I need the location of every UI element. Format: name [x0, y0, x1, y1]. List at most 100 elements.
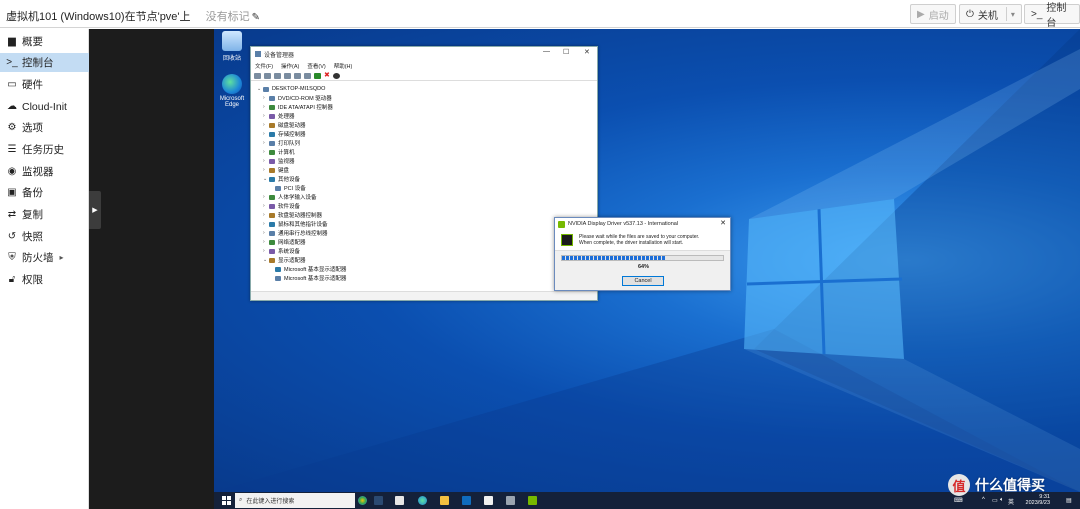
ime-indicator[interactable]: 英 — [1008, 497, 1014, 506]
watermark-text: 什么值得买 — [975, 477, 1045, 493]
tree-category[interactable]: › 监视器 — [263, 157, 295, 165]
device-icon — [269, 176, 275, 182]
cancel-button[interactable]: Cancel — [622, 276, 664, 286]
close-icon[interactable]: ✕ — [720, 219, 726, 227]
mail-icon[interactable] — [484, 496, 493, 505]
sidebar-item-snapshot[interactable]: ↺ 快照 — [0, 227, 89, 246]
sidebar-item-replication[interactable]: ⇄ 复制 — [0, 205, 89, 224]
taskbar-search[interactable]: ⌕ 在此键入进行搜索 — [235, 493, 355, 508]
tree-category[interactable]: › 人体学输入设备 — [263, 193, 317, 201]
minimize-icon[interactable]: — — [543, 48, 550, 55]
sidebar-item-hardware[interactable]: ▭ 硬件 — [0, 75, 89, 94]
tree-category[interactable]: › IDE ATA/ATAPI 控制器 — [263, 103, 333, 111]
tree-category[interactable]: › 计算机 — [263, 148, 295, 156]
tag-label[interactable]: 没有标记 — [206, 11, 250, 23]
tree-category[interactable]: › 软件设备 — [263, 202, 300, 210]
gear-icon: ⚙ — [7, 122, 17, 133]
sidebar-item-cloudinit[interactable]: ☁ Cloud-Init — [0, 97, 89, 116]
sidebar-item-backup[interactable]: ▣ 备份 — [0, 183, 89, 202]
dialog-titlebar[interactable]: NVIDIA Display Driver v537.13 - Internat… — [555, 218, 730, 230]
start-button[interactable]: ▶ 启动 — [910, 4, 956, 24]
back-icon[interactable] — [254, 72, 261, 79]
shutdown-button[interactable]: ⏻ 关机 ▾ — [959, 4, 1022, 24]
forward-icon[interactable] — [264, 72, 271, 79]
device-manager-window[interactable]: 设备管理器 — ☐ ✕ 文件(F) 操作(A) 查看(V) 帮助(H) ✖ ⌄ … — [250, 46, 598, 301]
menu-view[interactable]: 查看(V) — [307, 62, 325, 70]
sidebar-item-label: Cloud-Init — [22, 100, 67, 113]
tree-category[interactable]: › 通用串行总线控制器 — [263, 229, 328, 237]
maximize-icon[interactable]: ☐ — [563, 48, 569, 56]
windows-start-icon[interactable] — [222, 496, 231, 505]
device-icon — [269, 194, 275, 200]
tree-child-item[interactable]: Microsoft 基本显示适配器 — [269, 274, 346, 282]
device-icon — [269, 167, 275, 173]
scan-icon[interactable] — [294, 72, 301, 79]
tree-category[interactable]: › 键盘 — [263, 166, 289, 174]
tree-item-label: Microsoft 基本显示适配器 — [284, 267, 347, 273]
dialog-title: NVIDIA Display Driver v537.13 - Internat… — [568, 221, 679, 227]
network-icon[interactable]: ▭ — [992, 497, 998, 504]
window-titlebar[interactable]: 设备管理器 — ☐ ✕ — [251, 47, 597, 61]
menu-help[interactable]: 帮助(H) — [334, 62, 353, 70]
cortana-icon[interactable] — [374, 496, 383, 505]
pencil-icon[interactable]: ✎ — [252, 12, 262, 23]
tree-category[interactable]: › 打印队列 — [263, 139, 300, 147]
tree-category[interactable]: › 鼠标和其他指针设备 — [263, 220, 328, 228]
tree-child-item[interactable]: PCI 设备 — [269, 184, 306, 192]
sidebar-item-options[interactable]: ⚙ 选项 — [0, 118, 89, 137]
chrome-taskbar-icon[interactable] — [358, 496, 367, 505]
sidebar-item-summary[interactable]: ▆ 概要 — [0, 32, 89, 51]
tree-item-label: 计算机 — [278, 150, 295, 156]
help-icon[interactable] — [284, 72, 291, 79]
tree-category[interactable]: › 系统设备 — [263, 247, 300, 255]
sidebar-item-permissions[interactable]: 🔓︎ 权限 — [0, 270, 89, 289]
notification-icon[interactable]: ▤ — [1066, 497, 1072, 504]
monitor-icon[interactable] — [304, 72, 311, 79]
device-icon — [269, 221, 275, 227]
device-icon — [269, 257, 275, 263]
desktop-icon-label: 回收站 — [222, 56, 241, 62]
chevron-down-icon[interactable]: ▾ — [1005, 7, 1015, 21]
nvidia-installer-dialog[interactable]: NVIDIA Display Driver v537.13 - Internat… — [554, 217, 731, 291]
device-manager-taskbar-icon[interactable] — [506, 496, 515, 505]
sidebar-item-label: 备份 — [22, 187, 43, 199]
nvidia-taskbar-icon[interactable] — [528, 496, 537, 505]
menu-action[interactable]: 操作(A) — [281, 62, 299, 70]
recycle-bin-shortcut[interactable]: 回收站 — [214, 31, 250, 62]
tree-category[interactable]: › 存储控制器 — [263, 130, 306, 138]
update-driver-icon[interactable] — [314, 72, 321, 79]
tree-category[interactable]: › 磁盘驱动器 — [263, 121, 306, 129]
collapse-handle[interactable]: ▶ — [89, 191, 101, 229]
start-label: 启动 — [928, 10, 949, 22]
sidebar-item-monitor[interactable]: ◉ 监视器 — [0, 162, 89, 181]
console-label: 控制台 — [1046, 3, 1067, 29]
chevron-up-icon[interactable]: ^ — [982, 497, 985, 503]
file-explorer-icon[interactable] — [440, 496, 449, 505]
tree-category[interactable]: › 软盘驱动器控制器 — [263, 211, 322, 219]
tree-category[interactable]: › 网络适配器 — [263, 238, 306, 246]
menu-file[interactable]: 文件(F) — [255, 62, 273, 70]
tree-child-item[interactable]: Microsoft 基本显示适配器 — [269, 265, 346, 273]
properties-icon[interactable] — [274, 72, 281, 79]
tree-category[interactable]: › DVD/CD-ROM 驱动器 — [263, 94, 332, 102]
sidebar-item-task-history[interactable]: ☰ 任务历史 — [0, 140, 89, 159]
tree-category[interactable]: ⌄ 其他设备 — [263, 175, 300, 183]
volume-icon[interactable]: 🔈︎ — [1000, 497, 1004, 504]
sidebar-item-firewall[interactable]: ⛨ 防火墙 ▸ — [0, 248, 89, 267]
edge-taskbar-icon[interactable] — [418, 496, 427, 505]
store-icon[interactable] — [462, 496, 471, 505]
keyboard-icon[interactable]: ⌨ — [954, 497, 963, 504]
close-icon[interactable]: ✕ — [584, 48, 590, 56]
uninstall-icon[interactable]: ✖ — [324, 72, 330, 79]
play-icon: ▶ — [917, 8, 925, 20]
task-view-icon[interactable] — [395, 496, 404, 505]
device-icon — [269, 239, 275, 245]
sidebar-item-console[interactable]: >_ 控制台 — [0, 53, 89, 72]
tree-category[interactable]: › 处理器 — [263, 112, 295, 120]
tree-category[interactable]: ⌄ 显示适配器 — [263, 256, 306, 264]
edge-shortcut[interactable]: Microsoft Edge — [214, 74, 250, 108]
console-button[interactable]: >_ 控制台 — [1024, 3, 1080, 29]
device-icon — [269, 212, 275, 218]
tree-root[interactable]: ⌄ DESKTOP-MI1SQDO — [257, 85, 325, 93]
disable-icon[interactable] — [332, 72, 340, 79]
